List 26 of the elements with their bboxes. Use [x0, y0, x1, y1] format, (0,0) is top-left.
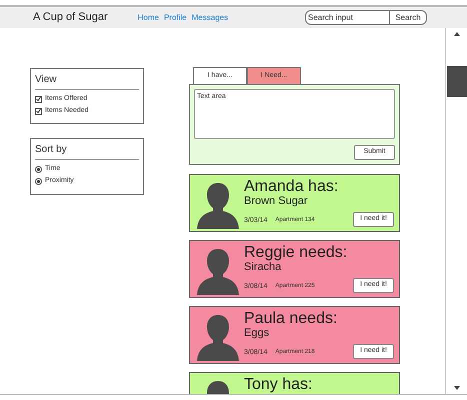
scrollbar[interactable]: [445, 28, 467, 394]
post-title: Reggie needs:: [244, 244, 348, 261]
scroll-up-icon[interactable]: [454, 32, 460, 36]
radio-button[interactable]: [35, 178, 42, 184]
site-logo: A Cup of Sugar: [33, 10, 108, 26]
scrollbar-thumb[interactable]: [446, 66, 466, 97]
checkbox[interactable]: [35, 96, 42, 102]
panel-title: View: [35, 72, 139, 90]
search-button[interactable]: Search: [390, 10, 427, 25]
panel-title: Sort by: [35, 142, 139, 160]
post-item: Brown Sugar: [244, 195, 309, 207]
nav-link[interactable]: Messages: [192, 12, 228, 24]
person-silhouette-icon: [197, 313, 239, 361]
scroll-down-icon[interactable]: [454, 386, 460, 390]
checkbox[interactable]: [35, 108, 42, 114]
radio-button[interactable]: [35, 166, 42, 172]
post-title: Tony has:: [244, 376, 314, 393]
search-field[interactable]: Search input: [305, 10, 390, 25]
post-title: Amanda has:: [244, 178, 340, 195]
post-title: Paula needs:: [244, 310, 338, 327]
person-silhouette-icon: [197, 247, 239, 295]
nav-link[interactable]: Home: [138, 12, 159, 24]
post-item: Siracha: [244, 261, 282, 273]
nav-link[interactable]: Profile: [164, 12, 187, 24]
post-item: Eggs: [244, 327, 270, 339]
person-silhouette-icon: [197, 181, 239, 229]
